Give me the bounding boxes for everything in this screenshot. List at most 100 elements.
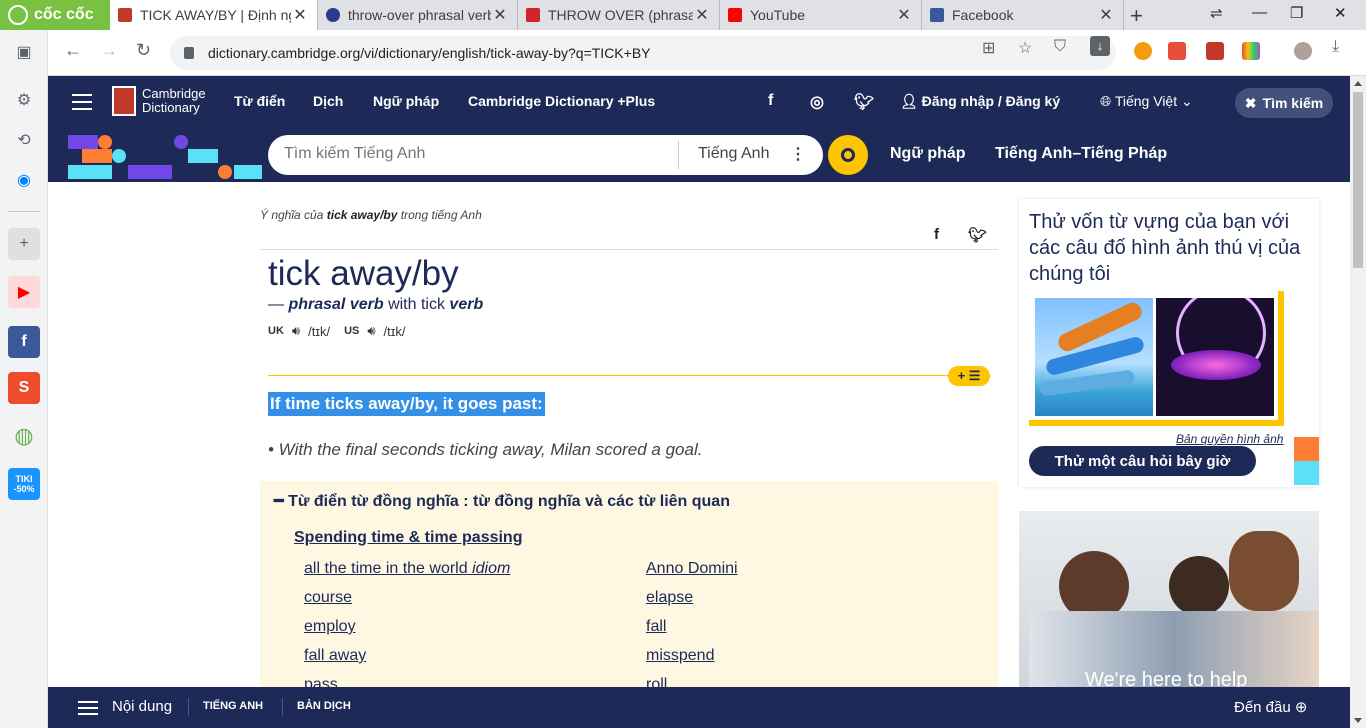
nav-grammar[interactable]: Ngữ pháp: [373, 93, 439, 109]
synonym-link[interactable]: Anno Domini: [646, 560, 738, 578]
facebook-favicon-icon: [930, 8, 944, 22]
english-french-link[interactable]: Tiếng Anh–Tiếng Pháp: [995, 145, 1167, 163]
browser-toolbar: ← → ↻ dictionary.cambridge.org/vi/dictio…: [0, 30, 1366, 76]
search-input[interactable]: [284, 145, 664, 163]
lock-icon: [184, 47, 194, 59]
example-sentence: • With the final seconds ticking away, M…: [268, 440, 703, 459]
extension-icon[interactable]: ◍: [8, 420, 40, 452]
contents-button[interactable]: Nội dung: [112, 698, 172, 715]
translate-icon[interactable]: ⊞: [982, 38, 995, 58]
synonym-link[interactable]: course: [304, 589, 352, 607]
address-bar[interactable]: dictionary.cambridge.org/vi/dictionary/e…: [170, 36, 1116, 70]
extension-circle-icon[interactable]: [1134, 42, 1152, 60]
close-window-icon[interactable]: ✕: [1334, 4, 1347, 22]
tab-menu-icon[interactable]: ⇌: [1210, 4, 1223, 22]
user-icon: 👤︎: [900, 93, 922, 109]
back-icon[interactable]: ←: [64, 40, 82, 61]
tab-tick-away[interactable]: TICK AWAY/BY | Định ng ✕: [110, 0, 318, 30]
thesaurus-category[interactable]: Spending time & time passing: [294, 529, 522, 547]
bookmark-star-icon[interactable]: ☆: [1018, 38, 1032, 58]
page-scrollbar[interactable]: [1350, 76, 1366, 728]
globe-favicon-icon: [326, 8, 340, 22]
back-to-top-button[interactable]: Đến đầu ⊕: [1234, 698, 1307, 716]
tab-throw-over[interactable]: throw-over phrasal verb ✕: [318, 0, 518, 30]
history-icon[interactable]: ⟲: [8, 124, 40, 156]
coccoc-logo[interactable]: cốc cốc: [0, 0, 110, 30]
image-credits-link[interactable]: Bản quyền hình ảnh: [1176, 432, 1283, 446]
nav-translate[interactable]: Dịch: [313, 93, 343, 109]
tab-youtube[interactable]: YouTube ✕: [720, 0, 922, 30]
nav-dictionary[interactable]: Từ điển: [234, 93, 285, 109]
forward-icon[interactable]: →: [100, 40, 118, 61]
thesaurus-toggle[interactable]: ━ Từ điển từ đồng nghĩa : từ đồng nghĩa …: [274, 491, 730, 511]
scroll-thumb[interactable]: [1353, 92, 1363, 268]
login-link[interactable]: 👤︎ Đăng nhập / Đăng ký: [900, 93, 1060, 110]
cambridge-favicon-icon: [118, 8, 132, 22]
scroll-down-icon[interactable]: [1354, 718, 1362, 723]
synonym-link[interactable]: all the time in the world idiom: [304, 560, 510, 578]
synonym-link[interactable]: employ: [304, 618, 356, 636]
promo-banner[interactable]: We're here to help: [1019, 511, 1319, 687]
sticky-footer: Nội dung TIẾNG ANH BẢN DỊCH Đến đầu ⊕: [48, 687, 1350, 728]
contents-menu-icon[interactable]: [78, 700, 98, 716]
synonym-link[interactable]: fall: [646, 618, 666, 636]
cambridge-logo[interactable]: Cambridge Dictionary: [112, 86, 206, 116]
synonym-link[interactable]: elapse: [646, 589, 693, 607]
promo-text: We're here to help: [1085, 669, 1248, 687]
instagram-icon[interactable]: ◎: [810, 92, 824, 112]
footer-english-link[interactable]: TIẾNG ANH: [203, 700, 263, 712]
search-button[interactable]: [828, 135, 868, 175]
settings-icon[interactable]: ⚙: [8, 84, 40, 116]
youtube-icon[interactable]: ▶: [8, 276, 40, 308]
waterslide-image[interactable]: [1035, 298, 1153, 416]
extension-red-icon[interactable]: [1206, 42, 1224, 60]
share-twitter-icon[interactable]: 🐦︎: [968, 226, 987, 244]
panel-icon[interactable]: ▣: [8, 36, 40, 68]
nav-plus[interactable]: Cambridge Dictionary +Plus: [468, 93, 655, 109]
tab-throw-over-phrasal[interactable]: THROW OVER (phrasal v ✕: [518, 0, 720, 30]
new-tab-button[interactable]: +: [1130, 3, 1143, 29]
shield-icon[interactable]: ⛉: [1054, 38, 1066, 56]
close-tab-icon[interactable]: ✕: [491, 5, 509, 25]
facebook-icon[interactable]: f: [768, 92, 773, 110]
grammar-link[interactable]: Ngữ pháp: [890, 145, 966, 163]
close-tab-icon[interactable]: ✕: [895, 5, 913, 25]
fairground-ride-image[interactable]: [1156, 298, 1274, 416]
uk-audio-icon[interactable]: 🔊︎: [292, 323, 300, 339]
share-facebook-icon[interactable]: f: [934, 226, 939, 243]
extension-grid-icon[interactable]: [1242, 42, 1260, 60]
download-icon[interactable]: ↓: [1090, 36, 1110, 56]
extension-new-icon[interactable]: [1168, 42, 1186, 60]
profile-avatar-icon[interactable]: [1294, 42, 1312, 60]
synonym-link[interactable]: misspend: [646, 647, 714, 665]
synonym-link[interactable]: pass: [304, 676, 338, 687]
us-audio-icon[interactable]: 🔊︎: [367, 323, 375, 339]
more-options-icon[interactable]: ⋮: [790, 144, 806, 164]
maximize-icon[interactable]: ❐: [1290, 4, 1303, 22]
downloads-icon[interactable]: ⤓: [1332, 38, 1339, 56]
add-icon[interactable]: +: [8, 228, 40, 260]
messenger-icon[interactable]: ◉: [8, 164, 40, 196]
reload-icon[interactable]: ↻: [136, 40, 151, 61]
search-language-label[interactable]: Tiếng Anh: [698, 145, 769, 163]
twitter-icon[interactable]: 🐦︎: [854, 92, 874, 112]
close-tab-icon[interactable]: ✕: [693, 5, 711, 25]
tiki-icon[interactable]: TIKI -50%: [8, 468, 40, 500]
language-selector[interactable]: 🌐︎ Tiếng Việt ⌄: [1100, 93, 1193, 110]
close-tab-icon[interactable]: ✕: [291, 5, 309, 25]
facebook-icon[interactable]: f: [8, 326, 40, 358]
minimize-icon[interactable]: —: [1252, 4, 1267, 21]
search-close-button[interactable]: ✖ Tìm kiếm: [1235, 88, 1333, 118]
menu-hamburger-icon[interactable]: [72, 92, 94, 112]
arrow-up-circle-icon: ⊕: [1294, 699, 1308, 716]
synonym-link[interactable]: fall away: [304, 647, 366, 665]
close-icon: ✖: [1244, 94, 1257, 111]
try-quiz-button[interactable]: Thử một câu hỏi bây giờ: [1029, 446, 1256, 476]
close-tab-icon[interactable]: ✕: [1097, 5, 1115, 25]
scroll-up-icon[interactable]: [1354, 81, 1362, 86]
synonym-link[interactable]: roll: [646, 676, 667, 687]
shopee-icon[interactable]: S: [8, 372, 40, 404]
tab-facebook[interactable]: Facebook ✕: [922, 0, 1124, 30]
add-to-wordlist-button[interactable]: + ☰: [948, 366, 990, 386]
footer-translation-link[interactable]: BẢN DỊCH: [297, 700, 351, 712]
